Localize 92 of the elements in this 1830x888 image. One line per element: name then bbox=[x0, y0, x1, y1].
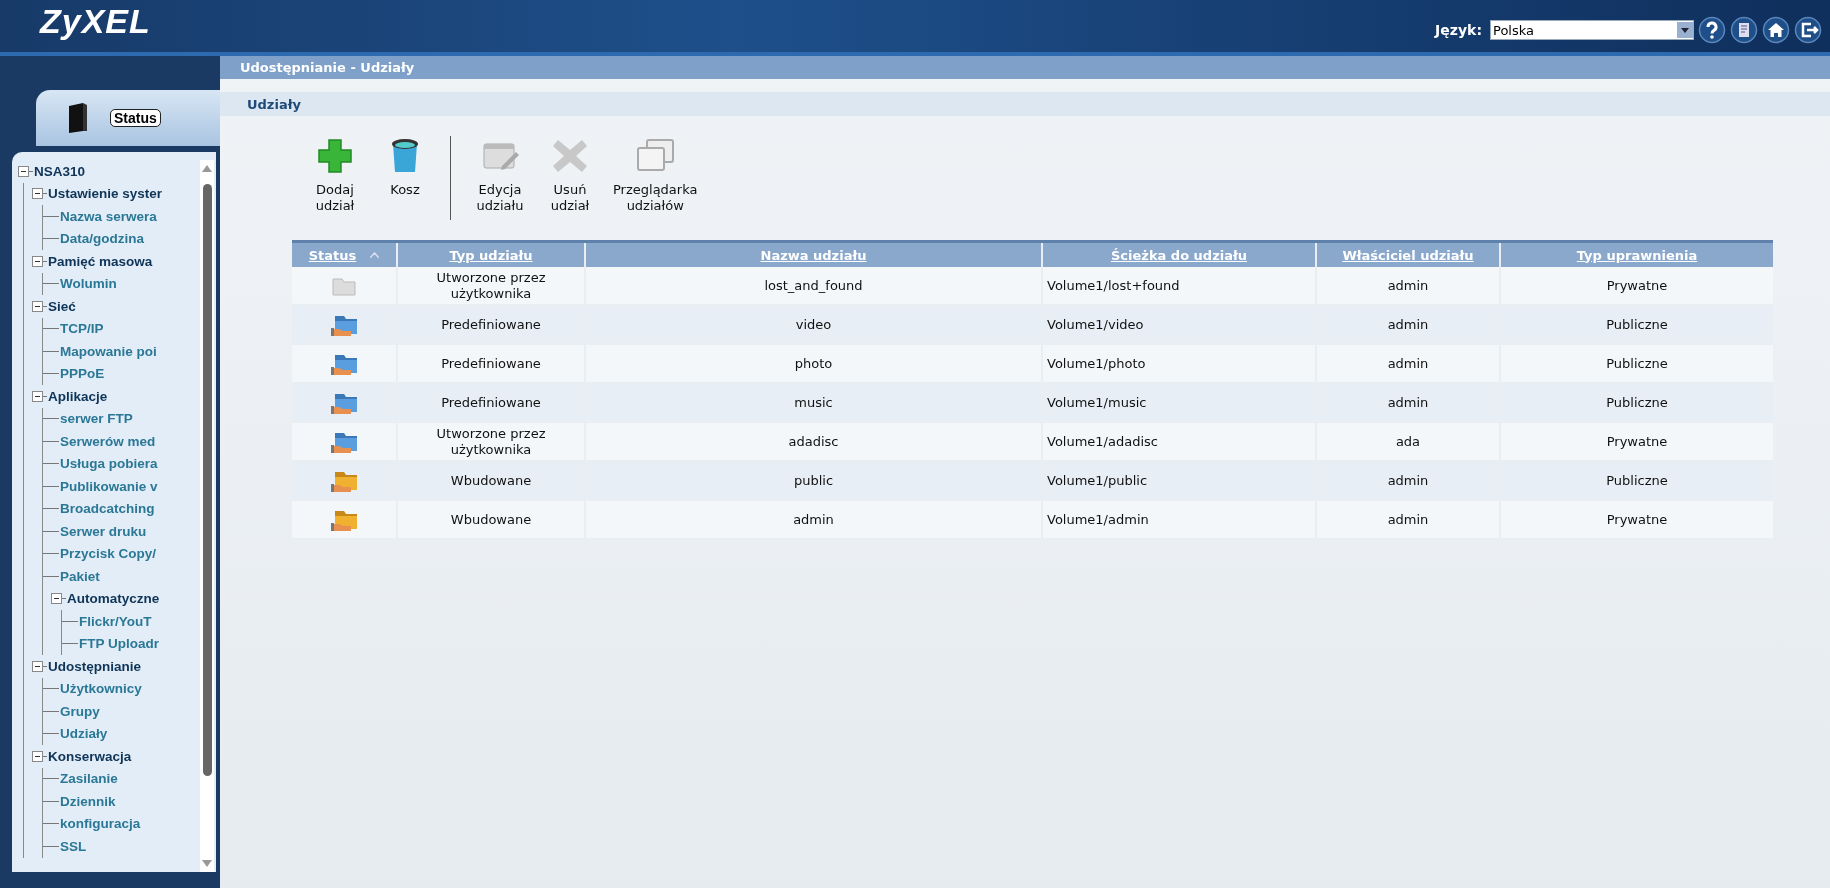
tree-item[interactable]: FTP Uploadr bbox=[79, 636, 159, 652]
tree-item[interactable]: Ustawienie syster bbox=[48, 186, 163, 202]
table-cell: admin bbox=[1387, 394, 1429, 410]
table-cell: admin bbox=[1387, 472, 1429, 488]
document-icon[interactable] bbox=[1730, 16, 1758, 44]
tree-item[interactable]: Mapowanie poi bbox=[60, 343, 157, 359]
table-cell: Publiczne bbox=[1606, 472, 1668, 488]
language-dropdown[interactable]: Polska bbox=[1490, 20, 1694, 40]
tree-item[interactable]: Data/godzina bbox=[60, 231, 144, 247]
tree-item[interactable]: Udziały bbox=[60, 726, 108, 742]
tree-item[interactable]: Pamięć masowa bbox=[48, 253, 153, 269]
collapse-icon[interactable] bbox=[18, 165, 29, 177]
table-cell: Volume1/public bbox=[1047, 472, 1148, 488]
device-icon bbox=[66, 102, 88, 134]
table-cell: Volume1/adadisc bbox=[1047, 433, 1158, 449]
tree-item[interactable]: Pakiet bbox=[60, 568, 100, 584]
status-tab[interactable]: Status bbox=[36, 90, 220, 146]
tree-item[interactable]: TCP/IP bbox=[60, 321, 104, 337]
tree-item[interactable]: Automatyczne bbox=[67, 591, 160, 607]
column-header[interactable]: Nazwa udziału bbox=[760, 247, 867, 263]
tree-item[interactable]: Sieć bbox=[48, 298, 76, 314]
table-cell: admin bbox=[1387, 316, 1429, 332]
tree-item[interactable]: Serwerów med bbox=[60, 433, 156, 449]
toolbar-button[interactable]: Dodaj udział bbox=[300, 136, 370, 214]
tree-item[interactable]: Przycisk Copy/ bbox=[60, 546, 157, 562]
collapse-icon[interactable] bbox=[32, 750, 43, 762]
logo: ZyXEL bbox=[40, 1, 151, 41]
table-cell: Publiczne bbox=[1606, 355, 1668, 371]
tree-item[interactable]: SSL bbox=[60, 838, 87, 854]
table-cell: Volume1/video bbox=[1047, 316, 1144, 332]
tree-item[interactable]: PPPoE bbox=[60, 366, 105, 382]
table-cell: Wbudowane bbox=[450, 511, 532, 527]
collapse-icon[interactable] bbox=[32, 188, 43, 200]
plus-icon bbox=[315, 136, 355, 176]
tree-item[interactable]: konfiguracja bbox=[60, 816, 141, 832]
help-icon[interactable] bbox=[1698, 16, 1726, 44]
table-cell: Publiczne bbox=[1606, 316, 1668, 332]
table-cell: Publiczne bbox=[1606, 394, 1668, 410]
scrollbar[interactable] bbox=[200, 160, 214, 872]
tree-item[interactable]: Usługa pobiera bbox=[60, 456, 158, 472]
tree-item[interactable]: Wolumin bbox=[60, 276, 117, 292]
table-cell: public bbox=[793, 472, 834, 488]
tree-item[interactable]: NSA310 bbox=[34, 163, 86, 179]
section-title: Udziały bbox=[220, 92, 1830, 116]
tree-item[interactable]: Aplikacje bbox=[48, 388, 108, 404]
table-cell: admin bbox=[1387, 355, 1429, 371]
home-icon[interactable] bbox=[1762, 16, 1790, 44]
tree-item[interactable]: Publikowanie v bbox=[60, 478, 158, 494]
table-cell: Wbudowane bbox=[450, 472, 532, 488]
tree-item[interactable]: Dziennik bbox=[60, 793, 116, 809]
scroll-down-icon[interactable] bbox=[202, 860, 212, 868]
table-cell: Prywatne bbox=[1606, 511, 1668, 527]
tree-item[interactable]: Serwer druku bbox=[60, 523, 147, 539]
tree-item[interactable]: Zasilanie bbox=[60, 771, 118, 787]
table-cell: admin bbox=[1387, 277, 1429, 293]
tree-item[interactable]: Broadcatching bbox=[60, 501, 155, 517]
collapse-icon[interactable] bbox=[32, 255, 43, 267]
tree-item[interactable]: Użytkownicy bbox=[60, 681, 142, 697]
table-cell: Volume1/photo bbox=[1047, 355, 1146, 371]
table-cell: video bbox=[795, 316, 832, 332]
scroll-up-icon[interactable] bbox=[202, 164, 212, 172]
toolbar-button[interactable]: Kosz bbox=[370, 136, 440, 198]
collapse-icon[interactable] bbox=[32, 390, 43, 402]
table-cell: Utworzone przez użytkownika bbox=[436, 269, 546, 301]
tree-item[interactable]: Nazwa serwera bbox=[60, 208, 157, 224]
table-cell: Volume1/admin bbox=[1047, 511, 1149, 527]
table-cell: Utworzone przez użytkownika bbox=[436, 425, 546, 457]
table-cell: adadisc bbox=[788, 433, 839, 449]
tree-item[interactable]: serwer FTP bbox=[60, 411, 133, 427]
table-cell: Volume1/lost+found bbox=[1047, 277, 1180, 293]
table-cell: Prywatne bbox=[1606, 433, 1668, 449]
language-label: Język: bbox=[1435, 22, 1482, 38]
tree-item[interactable]: Konserwacja bbox=[48, 748, 132, 764]
logout-icon[interactable] bbox=[1794, 16, 1822, 44]
tree-item[interactable]: Grupy bbox=[60, 703, 100, 719]
tree-item[interactable]: Flickr/YouT bbox=[79, 613, 152, 629]
page-title: Udostępnianie - Udziały bbox=[220, 56, 1830, 79]
collapse-icon[interactable] bbox=[32, 300, 43, 312]
table-cell: admin bbox=[1387, 511, 1429, 527]
table-cell: Predefiniowane bbox=[441, 316, 541, 332]
table-cell: Predefiniowane bbox=[441, 355, 541, 371]
table-cell: lost_and_found bbox=[764, 277, 863, 293]
table-cell: Volume1/music bbox=[1047, 394, 1147, 410]
table-cell: admin bbox=[793, 511, 834, 527]
tree-item[interactable]: Udostępnianie bbox=[48, 658, 141, 674]
table-cell: Predefiniowane bbox=[441, 394, 541, 410]
table-cell: music bbox=[794, 394, 833, 410]
table-cell: photo bbox=[794, 355, 833, 371]
table-cell: ada bbox=[1395, 433, 1421, 449]
collapse-icon[interactable] bbox=[51, 593, 62, 605]
collapse-icon[interactable] bbox=[32, 660, 43, 672]
table-cell: Prywatne bbox=[1606, 277, 1668, 293]
